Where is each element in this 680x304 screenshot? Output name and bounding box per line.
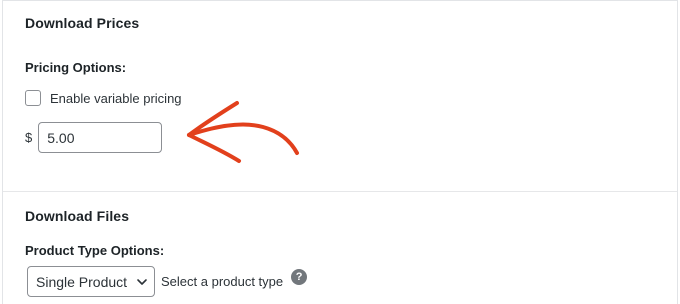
question-circle-icon[interactable]: ? bbox=[291, 268, 308, 285]
product-type-row: Single Product Select a product type ? bbox=[27, 266, 308, 297]
currency-symbol: $ bbox=[25, 130, 33, 145]
product-type-hint: Select a product type bbox=[161, 274, 284, 289]
product-type-select[interactable]: Single Product bbox=[27, 266, 155, 297]
variable-pricing-label: Enable variable pricing bbox=[50, 90, 182, 106]
variable-pricing-row[interactable]: Enable variable pricing bbox=[25, 90, 182, 106]
product-type-selected-value: Single Product bbox=[36, 273, 128, 290]
download-settings-panel: Download Prices Pricing Options: Enable … bbox=[2, 0, 678, 304]
section-title-download-prices: Download Prices bbox=[25, 15, 140, 31]
price-input[interactable] bbox=[38, 122, 163, 153]
section-title-download-files: Download Files bbox=[25, 208, 130, 224]
section-divider bbox=[3, 191, 677, 192]
chevron-down-icon bbox=[137, 278, 147, 285]
variable-pricing-checkbox[interactable] bbox=[25, 90, 41, 106]
red-arrow-annotation bbox=[187, 101, 299, 163]
price-row: $ bbox=[25, 122, 163, 153]
product-type-options-label: Product Type Options: bbox=[25, 243, 165, 258]
pricing-options-label: Pricing Options: bbox=[25, 60, 127, 75]
